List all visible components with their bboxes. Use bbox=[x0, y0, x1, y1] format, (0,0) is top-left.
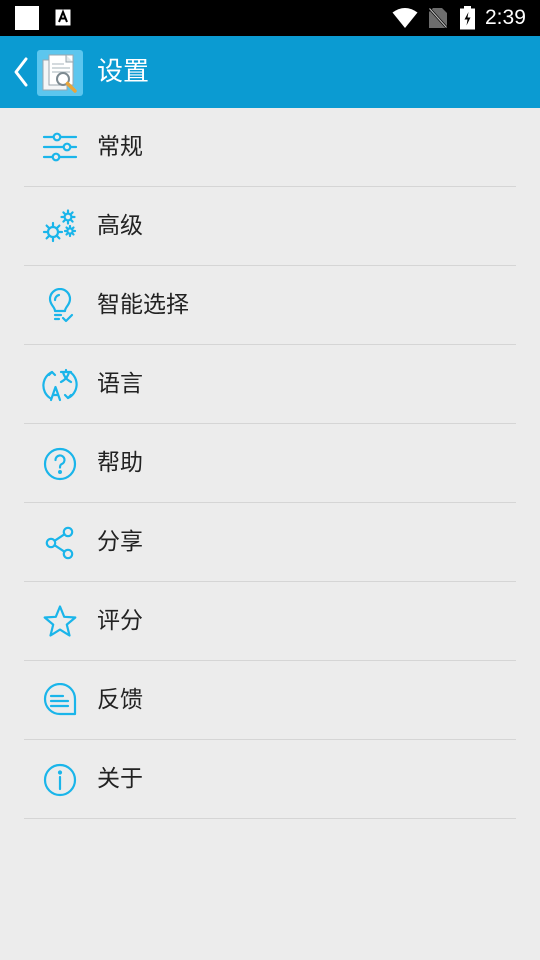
star-icon bbox=[43, 605, 77, 637]
menu-item-language[interactable]: 语言 bbox=[0, 345, 540, 424]
info-icon bbox=[43, 763, 77, 797]
menu-item-share[interactable]: 分享 bbox=[0, 503, 540, 582]
no-sim-icon bbox=[428, 7, 448, 29]
settings-menu: 常规 高级 智能选择 语言 帮助 分享 评分 反馈 关于 bbox=[0, 108, 540, 819]
app-logo-icon bbox=[37, 50, 83, 96]
status-bar: 2:39 bbox=[0, 0, 540, 36]
chevron-left-icon bbox=[14, 57, 28, 87]
clock: 2:39 bbox=[485, 6, 526, 29]
menu-item-general[interactable]: 常规 bbox=[0, 108, 540, 187]
divider bbox=[24, 818, 516, 819]
menu-item-help[interactable]: 帮助 bbox=[0, 424, 540, 503]
menu-item-label: 语言 bbox=[97, 371, 143, 397]
sliders-icon bbox=[42, 132, 78, 162]
share-icon bbox=[45, 526, 74, 560]
menu-item-advanced[interactable]: 高级 bbox=[0, 187, 540, 266]
menu-item-feedback[interactable]: 反馈 bbox=[0, 661, 540, 740]
font-a-icon bbox=[55, 9, 71, 26]
menu-item-smart-select[interactable]: 智能选择 bbox=[0, 266, 540, 345]
menu-item-label: 常规 bbox=[97, 134, 143, 160]
lightbulb-check-icon bbox=[48, 288, 74, 323]
app-bar: 设置 bbox=[0, 36, 540, 108]
menu-item-rate[interactable]: 评分 bbox=[0, 582, 540, 661]
menu-item-about[interactable]: 关于 bbox=[0, 740, 540, 819]
translate-icon bbox=[42, 368, 78, 402]
back-button[interactable] bbox=[8, 52, 34, 92]
menu-item-label: 高级 bbox=[97, 213, 143, 239]
feedback-bubble-icon bbox=[43, 683, 77, 716]
menu-item-label: 分享 bbox=[97, 529, 143, 555]
notification-square-icon bbox=[15, 6, 39, 30]
wifi-icon bbox=[392, 8, 418, 28]
menu-item-label: 关于 bbox=[97, 766, 143, 792]
menu-item-label: 反馈 bbox=[97, 687, 143, 713]
menu-item-label: 评分 bbox=[97, 608, 143, 634]
page-title: 设置 bbox=[97, 57, 150, 87]
menu-item-label: 智能选择 bbox=[97, 292, 189, 318]
gears-icon bbox=[42, 209, 77, 243]
help-circle-icon bbox=[43, 447, 77, 481]
battery-charging-icon bbox=[460, 6, 475, 30]
menu-item-label: 帮助 bbox=[97, 450, 143, 476]
